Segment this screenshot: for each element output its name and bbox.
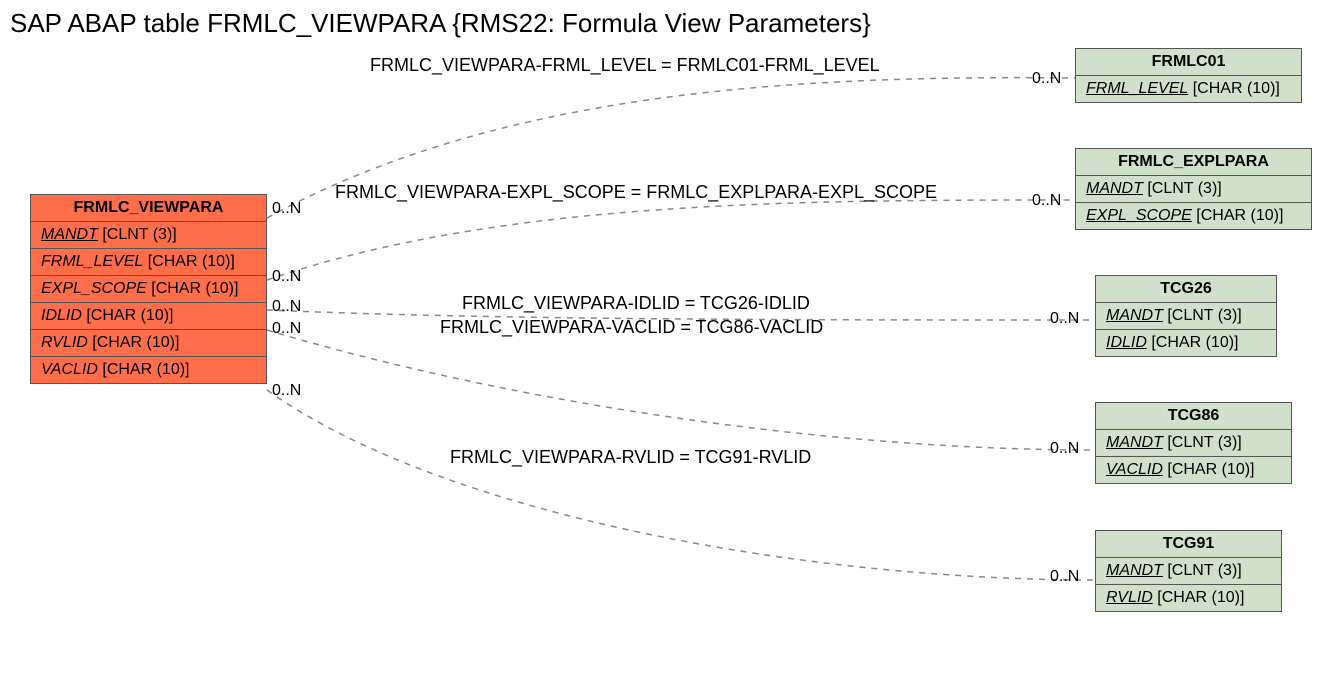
field-row: MANDT [CLNT (3)] [1076, 176, 1311, 203]
multiplicity-right: 0..N [1032, 192, 1061, 210]
relation-label: FRMLC_VIEWPARA-EXPL_SCOPE = FRMLC_EXPLPA… [335, 182, 937, 203]
field-row: VACLID [CHAR (10)] [31, 357, 266, 383]
multiplicity-left: 0..N [272, 298, 301, 316]
entity-header: FRMLC01 [1076, 49, 1301, 76]
entity-frmlc-explpara: FRMLC_EXPLPARA MANDT [CLNT (3)] EXPL_SCO… [1075, 148, 1312, 230]
multiplicity-right: 0..N [1032, 70, 1061, 88]
field-row: VACLID [CHAR (10)] [1096, 457, 1291, 483]
field-row: MANDT [CLNT (3)] [31, 222, 266, 249]
multiplicity-left: 0..N [272, 268, 301, 286]
field-row: IDLID [CHAR (10)] [31, 303, 266, 330]
relation-label: FRMLC_VIEWPARA-VACLID = TCG86-VACLID [440, 317, 823, 338]
field-row: MANDT [CLNT (3)] [1096, 558, 1281, 585]
entity-header: TCG26 [1096, 276, 1276, 303]
entity-header: TCG91 [1096, 531, 1281, 558]
field-row: RVLID [CHAR (10)] [1096, 585, 1281, 611]
entity-frmlc-viewpara: FRMLC_VIEWPARA MANDT [CLNT (3)] FRML_LEV… [30, 194, 267, 384]
page-title: SAP ABAP table FRMLC_VIEWPARA {RMS22: Fo… [10, 8, 871, 39]
relation-label: FRMLC_VIEWPARA-RVLID = TCG91-RVLID [450, 447, 811, 468]
multiplicity-left: 0..N [272, 382, 301, 400]
multiplicity-right: 0..N [1050, 440, 1079, 458]
multiplicity-right: 0..N [1050, 568, 1079, 586]
field-row: MANDT [CLNT (3)] [1096, 430, 1291, 457]
field-row: MANDT [CLNT (3)] [1096, 303, 1276, 330]
relation-label: FRMLC_VIEWPARA-IDLID = TCG26-IDLID [462, 293, 810, 314]
field-row: FRML_LEVEL [CHAR (10)] [1076, 76, 1301, 102]
entity-frmlc01: FRMLC01 FRML_LEVEL [CHAR (10)] [1075, 48, 1302, 103]
field-row: IDLID [CHAR (10)] [1096, 330, 1276, 356]
entity-tcg91: TCG91 MANDT [CLNT (3)] RVLID [CHAR (10)] [1095, 530, 1282, 612]
field-row: EXPL_SCOPE [CHAR (10)] [1076, 203, 1311, 229]
entity-tcg86: TCG86 MANDT [CLNT (3)] VACLID [CHAR (10)… [1095, 402, 1292, 484]
field-row: EXPL_SCOPE [CHAR (10)] [31, 276, 266, 303]
entity-header: TCG86 [1096, 403, 1291, 430]
field-row: RVLID [CHAR (10)] [31, 330, 266, 357]
relation-label: FRMLC_VIEWPARA-FRML_LEVEL = FRMLC01-FRML… [370, 55, 880, 76]
entity-header: FRMLC_EXPLPARA [1076, 149, 1311, 176]
entity-header: FRMLC_VIEWPARA [31, 195, 266, 222]
entity-tcg26: TCG26 MANDT [CLNT (3)] IDLID [CHAR (10)] [1095, 275, 1277, 357]
multiplicity-left: 0..N [272, 320, 301, 338]
multiplicity-left: 0..N [272, 200, 301, 218]
field-row: FRML_LEVEL [CHAR (10)] [31, 249, 266, 276]
multiplicity-right: 0..N [1050, 310, 1079, 328]
